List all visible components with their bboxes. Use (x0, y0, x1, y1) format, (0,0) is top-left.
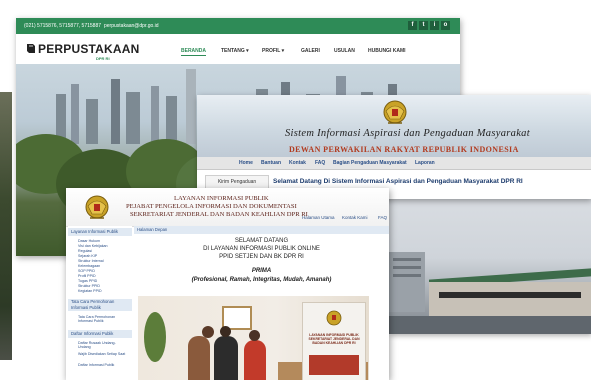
ppid-header: LAYANAN INFORMASI PUBLIK PEJABAT PENGELO… (66, 188, 389, 227)
library-topbar: (021) 5715876, 5715877, 5715887 perpusta… (16, 18, 460, 34)
left-photo-strip (0, 92, 12, 360)
twitter-icon[interactable]: t (419, 21, 428, 30)
phone-text: (021) 5715876, 5715877, 5715887 (24, 23, 102, 29)
nav-profil[interactable]: PROFIL ▾ (262, 48, 284, 54)
banner-text: LAYANAN INFORMASI PUBLIK SEKRETARIAT JEN… (308, 333, 360, 345)
library-logo-subtitle: DPR RI (96, 56, 110, 61)
aspirasi-navbar: Home Bantuan Kontak FAQ Bagian Pengaduan… (197, 157, 591, 170)
sidebar-item[interactable]: Dasar Hukum (78, 239, 100, 243)
nav-faq[interactable]: FAQ (315, 160, 325, 166)
ppid-title-line3: SEKRETARIAT JENDERAL DAN BADAN KEAHLIAN … (130, 211, 308, 218)
garuda-emblem-icon (85, 195, 109, 219)
ppid-title-line2: PEJABAT PENGELOLA INFORMASI DAN DOKUMENT… (126, 203, 297, 210)
ppid-banner: LAYANAN INFORMASI PUBLIK SEKRETARIAT JEN… (302, 302, 366, 380)
aspirasi-welcome-text: Selamat Datang Di Sistem Informasi Aspir… (273, 178, 523, 185)
sidebar-item[interactable]: Sejarah KIP (78, 254, 97, 258)
prima-description: (Profesional, Ramah, Integritas, Mudah, … (191, 277, 332, 283)
sidebar-item[interactable]: Daftar Rusaak Undang-Undang (78, 341, 126, 349)
sidebar-item[interactable]: Daftar Informasi Publik (78, 363, 114, 367)
halaman-depan-tab[interactable]: Halaman Depan (134, 226, 389, 234)
sidebar-item[interactable]: Regulasi (78, 249, 92, 253)
sidebar-item[interactable]: SOP PPID (78, 269, 95, 273)
welcome-line1: SELAMAT DATANG (234, 238, 289, 244)
ppid-sidebar: Layanan Informasi Publik Dasar Hukum Vis… (68, 226, 132, 380)
facebook-icon[interactable]: f (408, 21, 417, 30)
nav-tentang[interactable]: TENTANG ▾ (221, 48, 249, 54)
nav-hubungi-kami[interactable]: HUBUNGI KAMI (368, 48, 406, 54)
instagram-icon[interactable]: i (430, 21, 439, 30)
sidebar-item[interactable]: Tugas PPID (78, 279, 97, 283)
nav-home[interactable]: Home (239, 160, 253, 166)
sidebar-section-tata-cara: Tata Cara Permohonan Informasi Publik (68, 299, 132, 311)
ppid-website-window: LAYANAN INFORMASI PUBLIK PEJABAT PENGELO… (66, 188, 389, 380)
sidebar-item[interactable]: Kegiatan PPID (78, 289, 102, 293)
dpr-logo-icon (326, 310, 342, 326)
email-text[interactable]: perpustakaan@dpr.go.id (104, 23, 159, 29)
nav-galeri[interactable]: GALERI (301, 48, 320, 54)
garuda-emblem-icon (383, 100, 407, 124)
sidebar-section-layanan: Layanan Informasi Publik (68, 228, 132, 236)
aspirasi-title: Sistem Informasi Aspirasi dan Pengaduan … (285, 128, 530, 139)
ppid-title-line1: LAYANAN INFORMASI PUBLIK (174, 195, 269, 202)
sidebar-item[interactable]: Tata Cara Permohonan Informasi Publik (78, 315, 126, 323)
nav-usulan[interactable]: USULAN (334, 48, 355, 54)
kirim-pengaduan-button[interactable]: Kirim Pengaduan (205, 175, 269, 189)
sidebar-item[interactable]: Struktur Internal (78, 259, 104, 263)
dpr-org-name: DEWAN PERWAKILAN RAKYAT REPUBLIK INDONES… (289, 145, 519, 154)
welcome-line3: PPID SETJEN DAN BK DPR RI (219, 254, 304, 260)
youtube-icon[interactable]: o (441, 21, 450, 30)
dpr-building-photo (389, 196, 591, 334)
sidebar-item[interactable]: Visi dan Kebijakan (78, 244, 108, 248)
prima-heading: PRIMA (251, 268, 272, 274)
sidebar-item[interactable]: Wajib Disediakan Setiap Saat (78, 352, 126, 356)
ppid-service-photo: LAYANAN INFORMASI PUBLIK SEKRETARIAT JEN… (138, 296, 369, 380)
sidebar-section-daftar: Daftar Informasi Publik (68, 330, 132, 338)
nav-beranda[interactable]: BERANDA (181, 48, 206, 56)
sidebar-item[interactable]: Struktur PPID (78, 284, 100, 288)
link-kontak-kami[interactable]: Kontak Kami (342, 215, 368, 220)
nav-bagian-pengaduan[interactable]: Bagian Pengaduan Masyarakat (333, 160, 407, 166)
sidebar-item[interactable]: Kelembagaan (78, 264, 100, 268)
welcome-line2: DI LAYANAN INFORMASI PUBLIK ONLINE (203, 246, 320, 252)
book-logo-icon (27, 44, 35, 53)
library-navbar: PERPUSTAKAAN DPR RI BERANDA TENTANG ▾ PR… (16, 34, 460, 64)
nav-bantuan[interactable]: Bantuan (261, 160, 281, 166)
nav-laporan[interactable]: Laporan (415, 160, 435, 166)
aspirasi-website-window: Sistem Informasi Aspirasi dan Pengaduan … (197, 95, 591, 199)
aspirasi-header: Sistem Informasi Aspirasi dan Pengaduan … (197, 95, 591, 157)
link-halaman-utama[interactable]: Halaman Utama (302, 215, 335, 220)
library-logo-text[interactable]: PERPUSTAKAAN (38, 42, 140, 56)
nav-kontak[interactable]: Kontak (289, 160, 306, 166)
ppid-main-content: Halaman Depan SELAMAT DATANG DI LAYANAN … (134, 226, 389, 380)
sidebar-item[interactable]: Profil PPID (78, 274, 96, 278)
link-faq[interactable]: FAQ (378, 215, 387, 220)
